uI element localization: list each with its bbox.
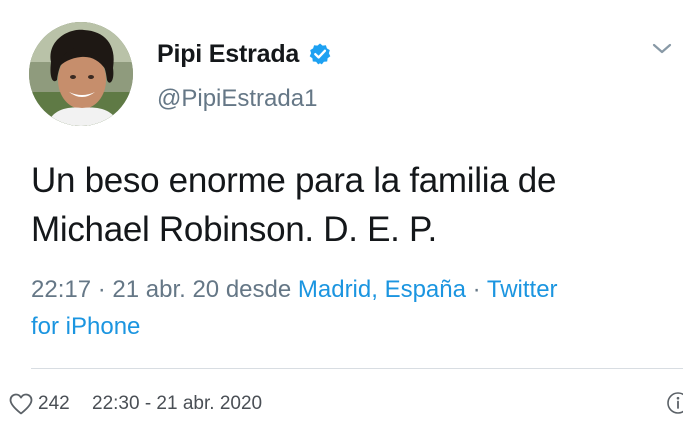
tweet-text: Un beso enorme para la familia de Michae… xyxy=(31,156,681,254)
tweet-meta: 22:17 · 21 abr. 20 desde Madrid, España … xyxy=(31,271,671,345)
tweet-time[interactable]: 22:17 · 21 abr. 20 desde xyxy=(31,276,298,303)
tweet-screenshot: Pipi Estrada @PipiEstrada1 Un beso enorm… xyxy=(0,0,683,435)
source-text[interactable]: Twitter xyxy=(487,276,558,303)
name-row: Pipi Estrada xyxy=(157,37,332,71)
source-text[interactable]: for iPhone xyxy=(31,313,140,340)
location-link[interactable]: Madrid, España xyxy=(298,276,466,303)
embed-timestamp[interactable]: 22:30 - 21 abr. 2020 xyxy=(92,393,262,415)
info-icon[interactable] xyxy=(666,391,683,415)
meta-separator: · xyxy=(465,276,487,303)
display-name[interactable]: Pipi Estrada xyxy=(157,40,299,69)
embed-footer: 242 22:30 - 21 abr. 2020 xyxy=(0,388,683,424)
chevron-down-icon[interactable] xyxy=(651,42,673,56)
tweet-text-line: Michael Robinson. D. E. P. xyxy=(31,210,437,249)
verified-badge-icon xyxy=(308,42,332,66)
heart-icon[interactable] xyxy=(8,392,34,416)
like-count: 242 xyxy=(38,393,70,414)
user-handle[interactable]: @PipiEstrada1 xyxy=(157,85,317,113)
avatar[interactable] xyxy=(29,22,133,126)
divider xyxy=(31,368,683,369)
tweet-card: Pipi Estrada @PipiEstrada1 Un beso enorm… xyxy=(0,0,683,370)
tweet-text-line: Un beso enorme para la familia de xyxy=(31,161,557,200)
